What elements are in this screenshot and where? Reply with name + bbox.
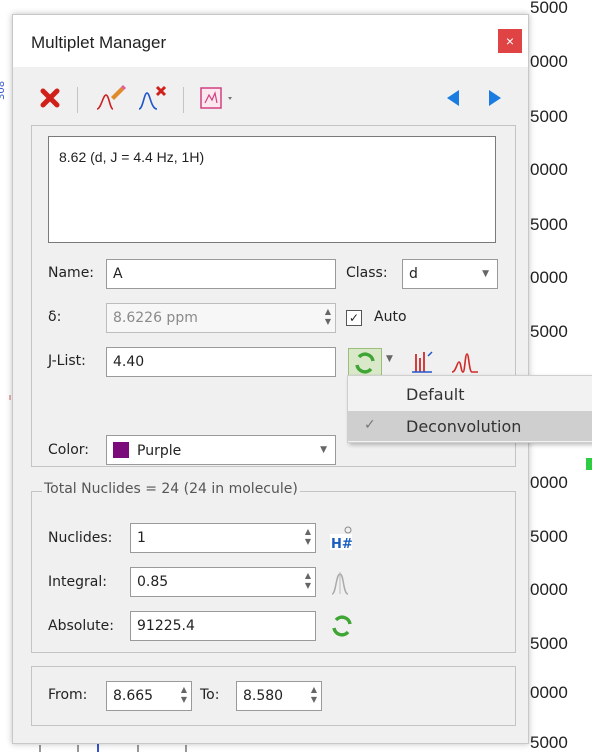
auto-label: Auto: [374, 309, 407, 325]
spinner-arrows-icon: ▲ ▼: [180, 685, 187, 704]
svg-text:308: 308: [0, 81, 7, 100]
prev-arrow-icon: [447, 90, 459, 106]
total-nuclides-legend: Total Nuclides = 24 (24 in molecule): [42, 481, 300, 497]
jcoupling-analyze-button[interactable]: [410, 348, 440, 376]
delta-label: δ:: [48, 309, 62, 325]
axis-tick: 5000: [530, 733, 568, 752]
color-swatch: [113, 442, 129, 458]
multiplet-text[interactable]: 8.62 (d, J = 4.4 Hz, 1H): [48, 136, 496, 243]
chevron-down-icon: ▼: [320, 445, 327, 455]
absolute-label: Absolute:: [48, 618, 114, 634]
menu-item-label: Deconvolution: [406, 417, 522, 436]
spinner-arrows-icon: ▲ ▼: [304, 527, 311, 546]
close-button[interactable]: ×: [498, 29, 522, 53]
next-button[interactable]: [483, 83, 507, 113]
dialog-title: Multiplet Manager: [31, 33, 167, 52]
absolute-value: 91225.4: [137, 618, 195, 634]
integral-value: 0.85: [137, 574, 169, 590]
menu-item-default[interactable]: Default: [348, 379, 592, 409]
delta-value: 8.6226 ppm: [113, 310, 198, 326]
name-field[interactable]: A: [106, 259, 336, 289]
toolbar-separator: [77, 87, 78, 113]
delete-multiplet-icon: [138, 85, 167, 110]
axis-tick: 0000: [530, 52, 568, 71]
axis-tick: 0000: [530, 160, 568, 179]
integral-field[interactable]: 0.85 ▲ ▼: [130, 567, 316, 597]
fit-peaks-button[interactable]: [450, 348, 480, 376]
delta-field[interactable]: 8.6226 ppm ▲ ▼: [106, 303, 336, 333]
plot-marker: [586, 458, 592, 470]
algorithm-dropdown-menu: Default ✓ Deconvolution: [347, 375, 592, 443]
report-icon: [200, 87, 232, 109]
prev-button[interactable]: [441, 83, 465, 113]
delete-button[interactable]: [37, 83, 63, 113]
from-field[interactable]: 8.665 ▲ ▼: [106, 681, 192, 711]
auto-checkbox[interactable]: ✓: [346, 310, 362, 326]
peak-fit-icon: [451, 353, 478, 373]
integral-button[interactable]: [328, 568, 356, 596]
axis-tick: 5000: [530, 0, 568, 17]
nuclides-value: 1: [137, 530, 146, 546]
to-field[interactable]: 8.580 ▲ ▼: [236, 681, 322, 711]
delete-x-icon: [40, 88, 60, 108]
from-label: From:: [48, 687, 88, 703]
svg-text:H#: H#: [331, 537, 353, 552]
range-group: From: 8.665 ▲ ▼ To: 8.580 ▲ ▼: [31, 666, 516, 726]
integral-label: Integral:: [48, 574, 107, 590]
report-button[interactable]: [197, 83, 241, 113]
class-value: d: [409, 266, 418, 282]
nuclides-field[interactable]: 1 ▲ ▼: [130, 523, 316, 553]
axis-tick: 5000: [530, 634, 568, 653]
edit-multiplet-button[interactable]: [93, 83, 129, 113]
next-arrow-icon: [489, 90, 501, 106]
axis-tick: 5000: [530, 527, 568, 546]
spinner-arrows-icon: ▲ ▼: [324, 307, 331, 326]
jlist-field[interactable]: 4.40: [106, 347, 336, 377]
axis-tick: 0000: [530, 473, 568, 492]
refresh-icon: [355, 352, 375, 374]
spinner-arrows-icon: ▲ ▼: [310, 685, 317, 704]
axis-tick: 0000: [530, 580, 568, 599]
axis-tick: 5000: [530, 107, 568, 126]
axis-tick: 5000: [530, 322, 568, 341]
toolbar: [13, 67, 528, 131]
chevron-down-icon[interactable]: ▼: [386, 354, 393, 364]
menu-item-deconvolution[interactable]: ✓ Deconvolution: [348, 411, 592, 441]
recalc-dropdown-button[interactable]: [348, 348, 382, 378]
axis-tick: 0000: [530, 268, 568, 287]
menu-item-label: Default: [406, 385, 465, 404]
edit-multiplet-icon: [96, 85, 126, 110]
to-label: To:: [200, 687, 220, 703]
delete-multiplet-button[interactable]: [135, 83, 171, 113]
jlist-value: 4.40: [113, 354, 145, 370]
name-value: A: [113, 266, 123, 282]
axis-tick: 0000: [530, 683, 568, 702]
axis-tick: 5000: [530, 215, 568, 234]
class-label: Class:: [346, 265, 388, 281]
h-hash-icon: H#: [330, 526, 353, 552]
chevron-down-icon: ▼: [482, 269, 489, 279]
nuclides-group: Total Nuclides = 24 (24 in molecule) Nuc…: [31, 481, 516, 653]
assign-nuclides-button[interactable]: H#: [328, 524, 356, 552]
color-label: Color:: [48, 442, 90, 458]
spinner-arrows-icon: ▲ ▼: [304, 571, 311, 590]
title-bar: Multiplet Manager ×: [13, 15, 528, 67]
from-value: 8.665: [113, 688, 154, 704]
checkmark-icon: ✓: [364, 417, 376, 433]
multiplet-lines-icon: [412, 351, 433, 373]
to-value: 8.580: [243, 688, 284, 704]
absolute-field[interactable]: 91225.4: [130, 611, 316, 641]
toolbar-separator: [183, 87, 184, 113]
integral-curve-icon: [331, 572, 349, 595]
refresh-absolute-button[interactable]: [330, 614, 354, 638]
nuclides-label: Nuclides:: [48, 530, 113, 546]
color-value: Purple: [137, 443, 182, 459]
class-select[interactable]: d ▼: [402, 259, 498, 289]
jlist-label: J-List:: [48, 353, 86, 369]
refresh-icon: [332, 615, 352, 637]
color-select[interactable]: Purple ▼: [106, 435, 336, 465]
name-label: Name:: [48, 265, 95, 281]
